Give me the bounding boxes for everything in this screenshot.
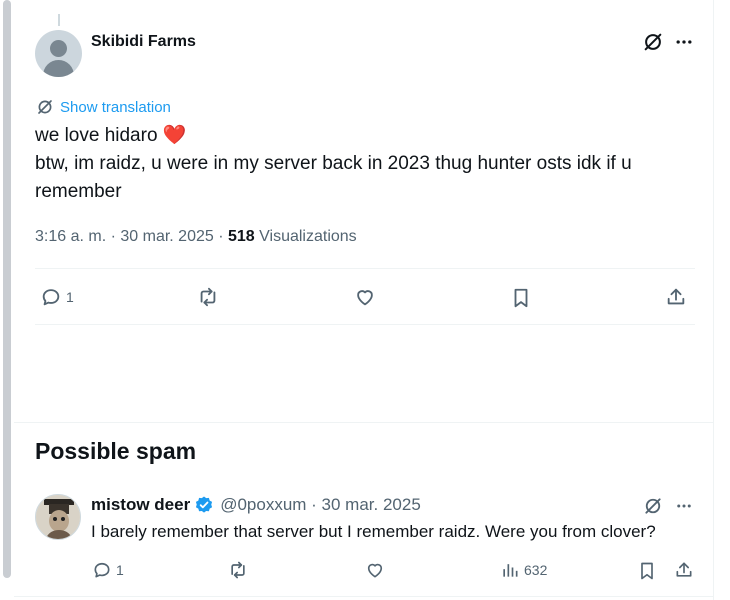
- verified-badge-icon: [196, 496, 213, 513]
- heart-icon: [357, 290, 373, 306]
- reply-count: 1: [116, 562, 124, 578]
- share-upload-icon: [676, 562, 692, 577]
- reply-bubble-icon: [94, 562, 110, 578]
- more-dots-icon[interactable]: [672, 494, 696, 518]
- heart-emoji: ❤️: [162, 125, 187, 146]
- retweet-icon: [231, 561, 245, 579]
- views-button[interactable]: 632: [500, 560, 547, 580]
- divider: [35, 268, 695, 269]
- default-avatar-head: [50, 40, 67, 57]
- views-bars-icon: [503, 564, 518, 577]
- section-divider: [14, 422, 714, 423]
- show-translation-label: Show translation: [60, 98, 171, 116]
- views-count: 632: [524, 562, 548, 578]
- reply-button[interactable]: 1: [40, 286, 74, 308]
- scrollbar-thumb[interactable]: [3, 0, 11, 578]
- bookmark-button[interactable]: [637, 560, 657, 582]
- tweet-timestamp[interactable]: 3:16 a. m. · 30 mar. 2025 ·: [35, 228, 228, 245]
- avatar[interactable]: [35, 494, 81, 540]
- divider: [14, 596, 714, 597]
- default-avatar-body: [43, 60, 74, 77]
- show-translation-link[interactable]: Show translation: [36, 98, 171, 116]
- retweet-button[interactable]: [196, 286, 220, 308]
- reply-text: I barely remember that server but I reme…: [91, 522, 656, 541]
- like-button[interactable]: [364, 560, 386, 580]
- page-scrollbar[interactable]: [0, 0, 14, 600]
- reply-header: mistow deer @0poxxum · 30 mar. 2025: [91, 495, 421, 515]
- divider: [35, 324, 695, 325]
- bookmark-icon: [514, 288, 528, 308]
- grok-icon[interactable]: [641, 494, 665, 518]
- reply-author-name[interactable]: mistow deer: [91, 495, 190, 515]
- views-count: 518: [227, 228, 255, 245]
- bookmark-icon: [641, 562, 653, 580]
- grok-icon[interactable]: [641, 30, 665, 54]
- share-upload-icon: [667, 288, 685, 305]
- deer-avatar-image: [36, 495, 80, 539]
- thread-connector-line: [58, 14, 60, 26]
- tweet-text-line: btw, im raidz, u were in my server back …: [35, 153, 632, 202]
- share-button[interactable]: [674, 560, 694, 580]
- grok-icon: [38, 100, 52, 114]
- retweet-icon: [200, 287, 216, 307]
- reply-handle-date[interactable]: @0poxxum · 30 mar. 2025: [220, 495, 421, 515]
- like-button[interactable]: [353, 286, 377, 308]
- share-button[interactable]: [665, 286, 687, 308]
- more-dots-icon[interactable]: [672, 30, 696, 54]
- heart-icon: [367, 563, 383, 578]
- conversation-column: Skibidi Farms Show translation we love h…: [14, 0, 714, 600]
- tweet-meta: 3:16 a. m. · 30 mar. 2025 · 518 Visualiz…: [35, 228, 357, 246]
- retweet-button[interactable]: [227, 560, 249, 580]
- bookmark-button[interactable]: [510, 286, 532, 310]
- reply-button[interactable]: 1: [92, 560, 124, 580]
- reply-bubble-icon: [42, 289, 60, 306]
- avatar[interactable]: [35, 30, 82, 77]
- author-name[interactable]: Skibidi Farms: [91, 33, 196, 51]
- views-label: Visualizations: [259, 228, 357, 245]
- reply-count: 1: [66, 289, 74, 305]
- tweet-text: we love hidaro ❤️ btw, im raidz, u were …: [35, 122, 695, 206]
- tweet-text-line: we love hidaro: [35, 125, 158, 146]
- section-title: Possible spam: [35, 438, 197, 464]
